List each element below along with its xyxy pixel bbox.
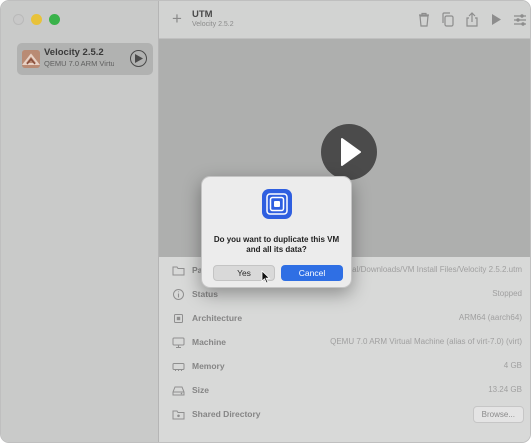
play-circle-icon[interactable] <box>130 50 147 67</box>
toolbar: + UTM Velocity 2.5.2 <box>159 1 530 39</box>
detail-label: Status <box>192 289 218 299</box>
clone-icon[interactable] <box>441 12 455 27</box>
detail-row-machine: Machine QEMU 7.0 ARM Virtual Machine (al… <box>159 331 530 355</box>
detail-label: Shared Directory <box>192 409 261 419</box>
detail-label: Size <box>192 385 210 395</box>
info-icon <box>173 289 184 300</box>
vm-name: Velocity 2.5.2 <box>44 47 104 58</box>
maximize-window-button[interactable] <box>49 14 60 25</box>
vm-thumbnail <box>22 50 40 68</box>
detail-row-memory: Memory 4 GB <box>159 355 530 379</box>
browse-button[interactable]: Browse... <box>472 406 524 423</box>
memory-icon <box>172 363 185 371</box>
detail-row-shared-directory: Shared Directory Browse... <box>159 403 530 427</box>
sliders-icon[interactable] <box>513 12 527 27</box>
detail-row-architecture: Architecture ARM64 (aarch64) <box>159 307 530 331</box>
vm-list-item[interactable]: Velocity 2.5.2 QEMU 7.0 ARM Virtual M... <box>17 43 153 75</box>
minimize-window-button[interactable] <box>31 14 42 25</box>
utm-app-icon <box>262 189 292 219</box>
play-icon[interactable] <box>489 12 503 27</box>
window-controls <box>13 14 60 25</box>
detail-row-size: Size 13.24 GB <box>159 379 530 403</box>
toolbar-title: UTM <box>192 9 213 20</box>
detail-value: shial/Downloads/VM Install Files/Velocit… <box>341 265 522 274</box>
share-icon[interactable] <box>465 12 479 27</box>
plus-icon[interactable]: + <box>172 9 182 29</box>
sidebar: Velocity 2.5.2 QEMU 7.0 ARM Virtual M... <box>1 1 159 442</box>
close-window-button[interactable] <box>13 14 24 25</box>
folder-icon <box>172 266 185 276</box>
duplicate-vm-dialog: Do you want to duplicate this VM and all… <box>201 176 352 288</box>
detail-label: Machine <box>192 337 227 347</box>
start-vm-play-icon[interactable] <box>321 124 377 180</box>
mouse-cursor-icon <box>261 270 271 284</box>
shared-folder-icon <box>172 410 185 420</box>
detail-value: ARM64 (aarch64) <box>458 313 522 322</box>
detail-value: Stopped <box>492 289 522 298</box>
drive-icon <box>172 386 185 396</box>
detail-label: Architecture <box>192 313 243 323</box>
detail-label: Memory <box>192 361 225 371</box>
detail-value: 13.24 GB <box>488 385 522 394</box>
detail-value: QEMU 7.0 ARM Virtual Machine (alias of v… <box>330 337 522 346</box>
detail-value: 4 GB <box>503 361 522 370</box>
monitor-icon <box>172 337 185 348</box>
cancel-button[interactable]: Cancel <box>281 265 343 281</box>
cpu-icon <box>174 314 183 323</box>
app-window: Velocity 2.5.2 QEMU 7.0 ARM Virtual M...… <box>0 0 531 443</box>
vm-subtitle: QEMU 7.0 ARM Virtual M... <box>44 59 114 68</box>
dialog-message: Do you want to duplicate this VM and all… <box>213 235 340 254</box>
trash-icon[interactable] <box>417 12 431 27</box>
toolbar-subtitle: Velocity 2.5.2 <box>192 21 234 28</box>
